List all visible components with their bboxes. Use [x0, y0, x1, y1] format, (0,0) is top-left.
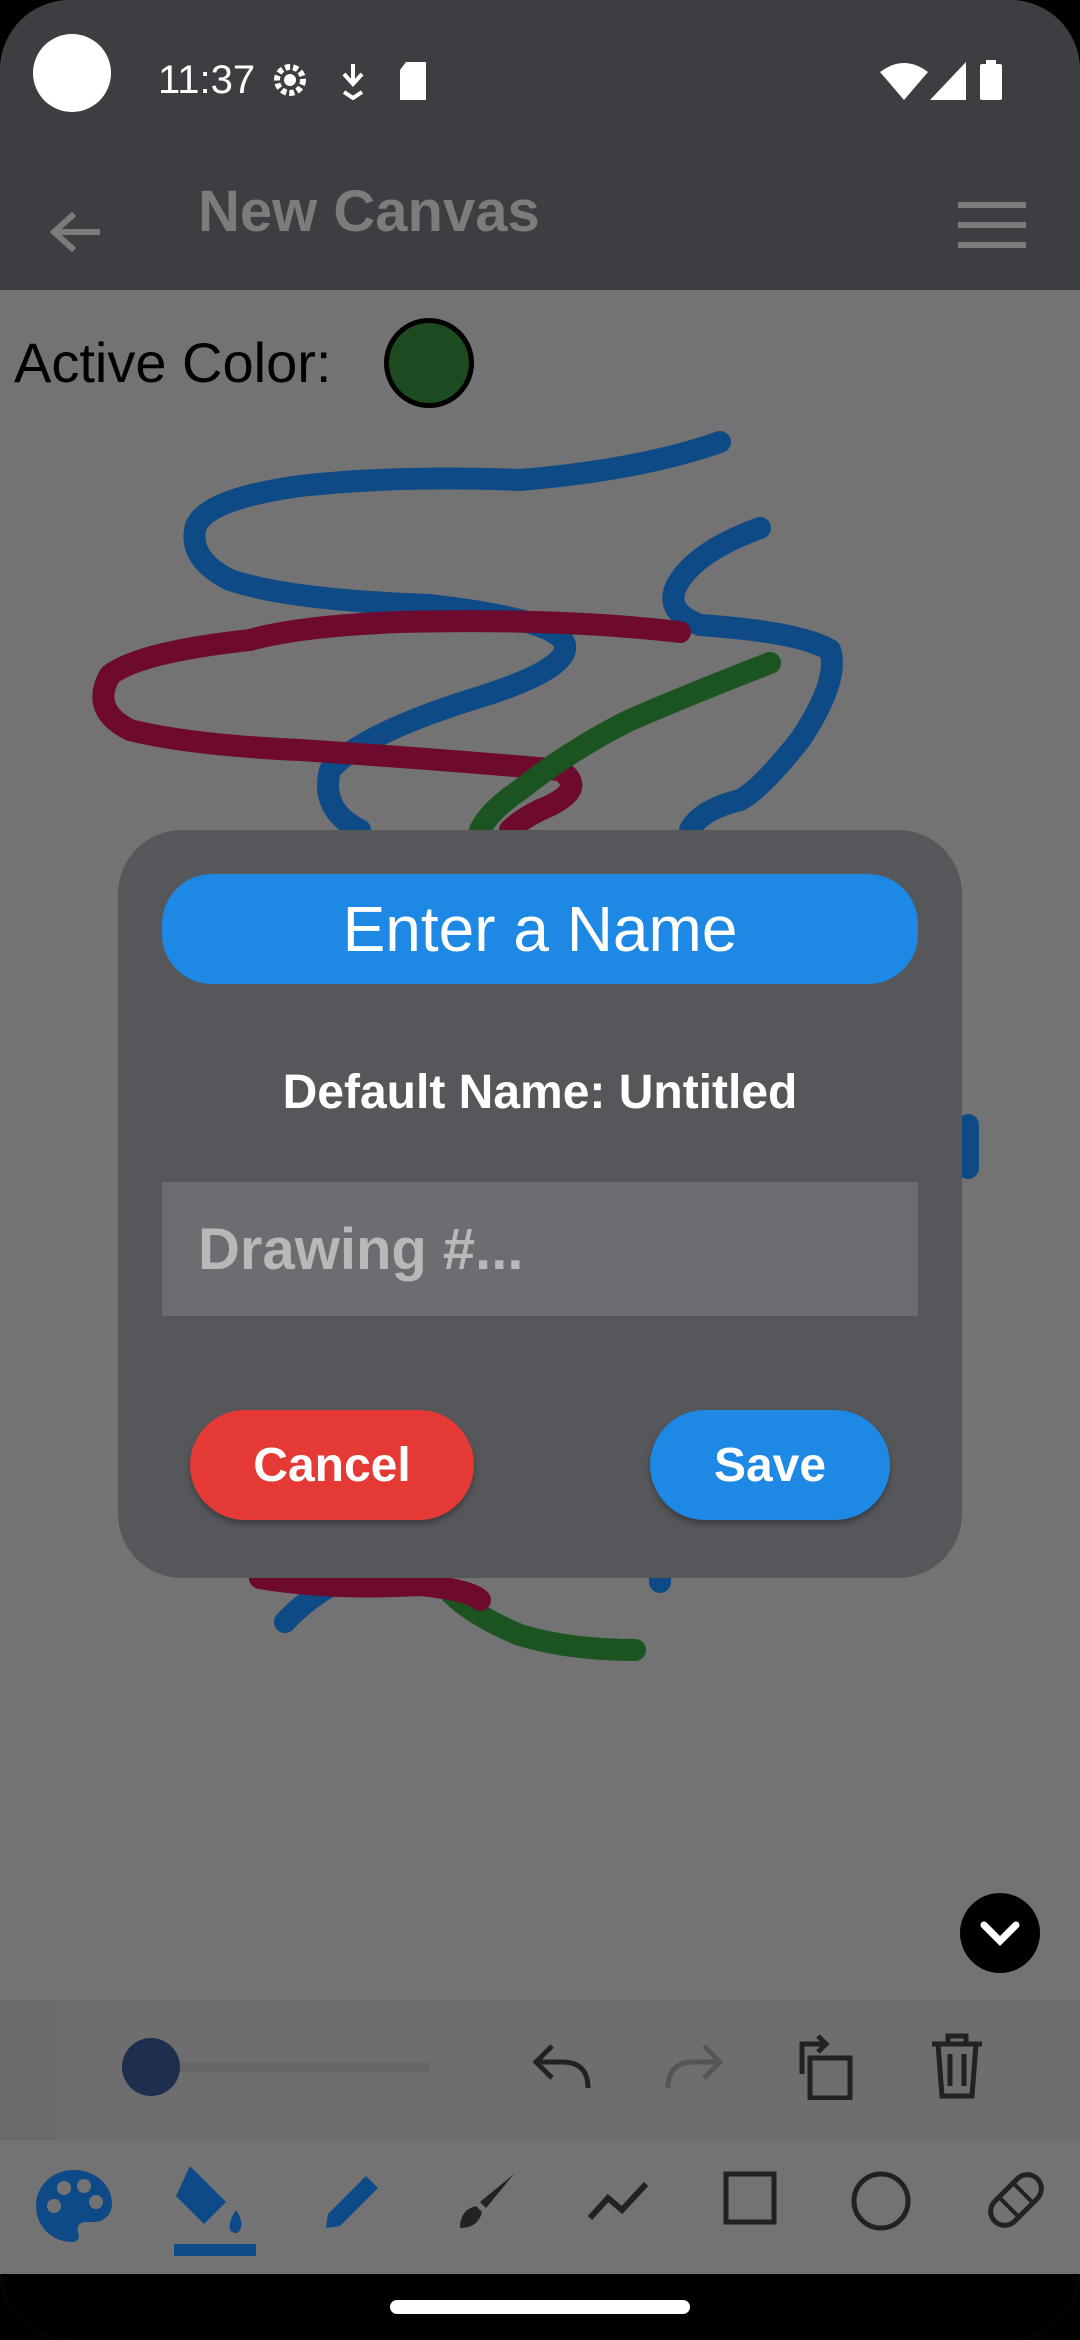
signal-icon [930, 62, 966, 100]
cancel-button[interactable]: Cancel [190, 1410, 474, 1520]
redo-icon[interactable] [664, 2042, 724, 2092]
sd-card-icon [400, 62, 426, 100]
download-icon [342, 64, 364, 100]
rectangle-icon[interactable] [722, 2170, 778, 2226]
eraser-icon[interactable] [984, 2168, 1048, 2232]
toolbar-tools [0, 2140, 1080, 2274]
circle-icon[interactable] [850, 2170, 912, 2232]
status-time: 11:37 [158, 58, 256, 102]
fill-bucket-icon[interactable] [170, 2160, 260, 2260]
chevron-down-icon [980, 1921, 1020, 1946]
toolbar-left-pad [0, 2000, 56, 2140]
page-title: New Canvas [198, 179, 540, 244]
screen: 11:37 New Canvas Active Color: Enter a N… [0, 0, 1080, 2340]
arrow-back-icon[interactable] [50, 210, 102, 254]
drawing-name-input[interactable] [162, 1182, 918, 1316]
pencil-icon[interactable] [322, 2170, 384, 2232]
settings-gear-icon [274, 64, 306, 96]
wifi-icon [880, 63, 928, 100]
brush-size-slider-thumb[interactable] [122, 2038, 180, 2096]
status-bar: 11:37 [0, 0, 1080, 170]
rotate-icon[interactable] [796, 2034, 856, 2100]
polyline-icon[interactable] [586, 2178, 650, 2222]
name-dialog: Enter a Name Default Name: Untitled Canc… [118, 830, 962, 1578]
brush-icon[interactable] [456, 2170, 518, 2232]
home-indicator[interactable] [390, 2300, 690, 2314]
hamburger-menu-icon[interactable] [958, 200, 1026, 250]
brush-size-slider[interactable] [150, 2062, 430, 2072]
default-name-text: Default Name: Untitled [282, 1066, 798, 1119]
stroke-maroon-bottom [249, 1567, 491, 1611]
save-button[interactable]: Save [650, 1410, 890, 1520]
battery-icon [980, 60, 1002, 100]
collapse-toolbar-button[interactable] [960, 1893, 1040, 1973]
palette-icon[interactable] [34, 2166, 114, 2246]
camera-cutout [33, 34, 111, 112]
delete-icon[interactable] [930, 2032, 984, 2100]
dialog-title: Enter a Name [162, 874, 918, 984]
app-bar: New Canvas [0, 170, 1080, 290]
undo-icon[interactable] [532, 2042, 592, 2092]
